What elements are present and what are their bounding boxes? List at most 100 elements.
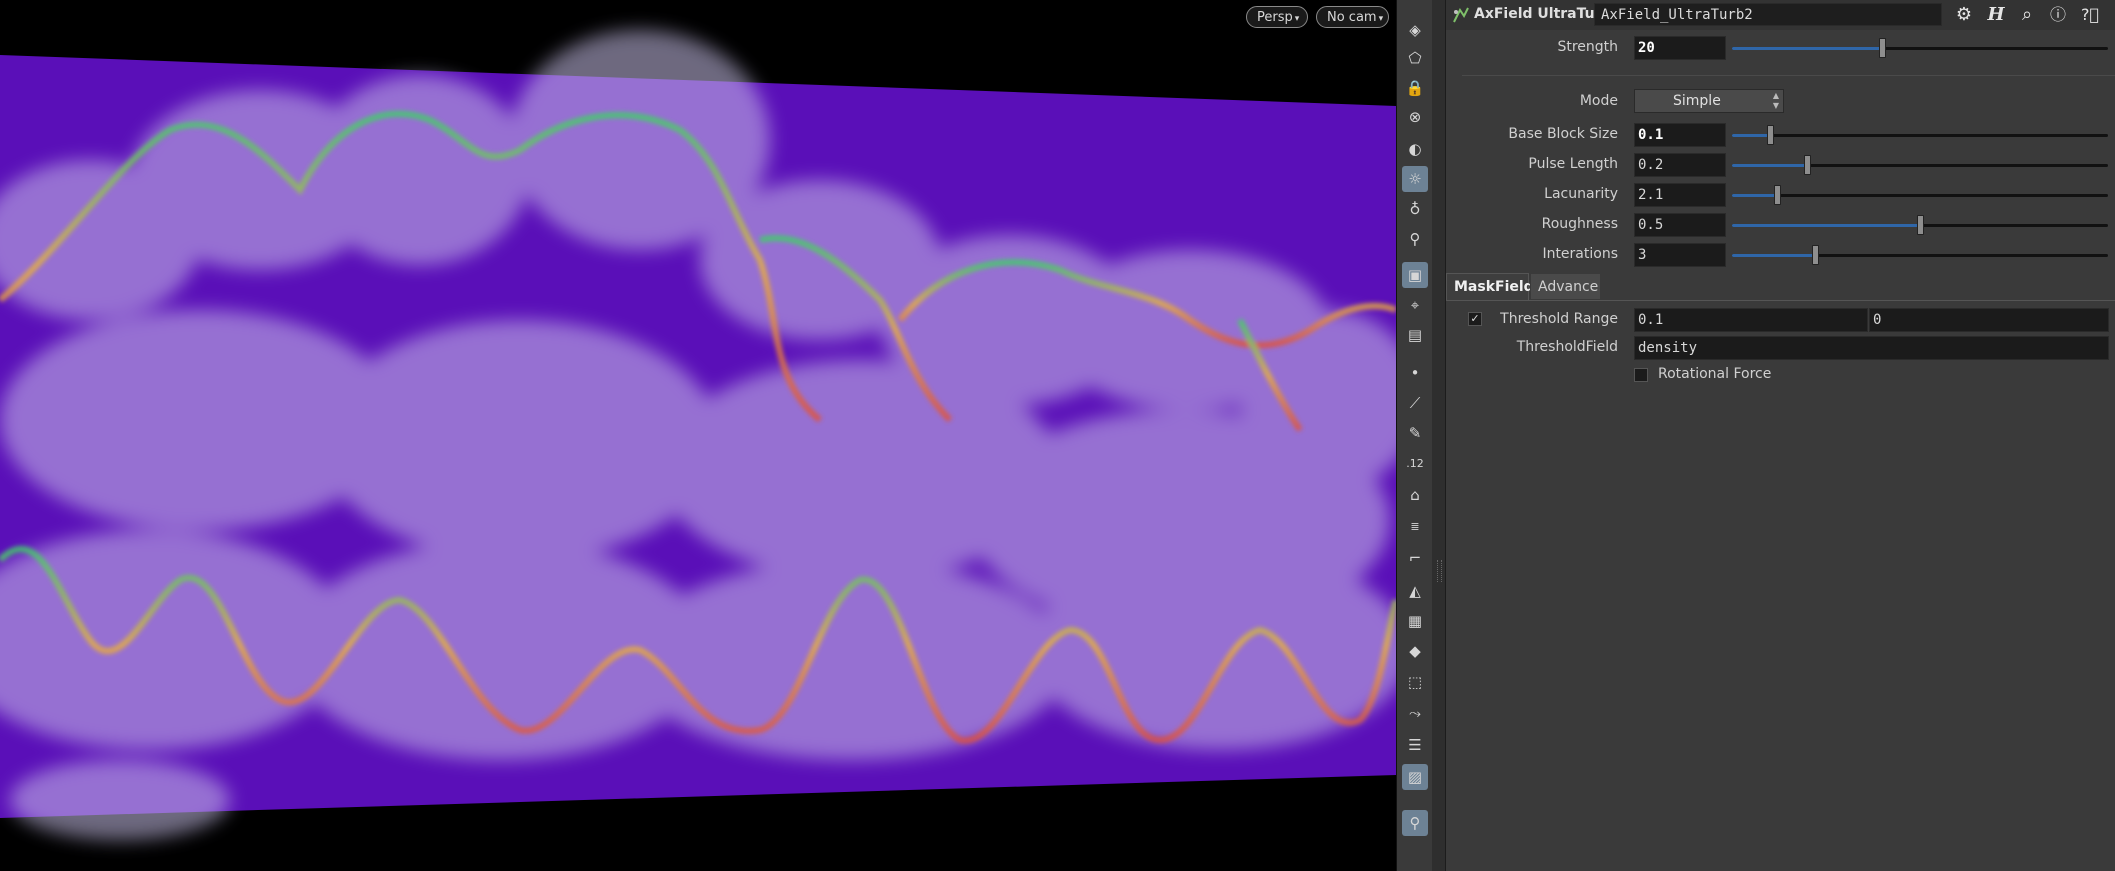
splitter-grip[interactable] <box>1437 560 1442 582</box>
persp-menu-button[interactable]: Persp ▾ <box>1246 6 1308 28</box>
info-icon[interactable]: ⓘ <box>2046 3 2070 27</box>
number-icon[interactable]: .12 <box>1402 450 1428 476</box>
camera-icon[interactable]: ▣ <box>1402 262 1428 288</box>
camera-menu-button[interactable]: No cam ▾ <box>1316 6 1389 28</box>
pulse-length-slider[interactable] <box>1732 153 2108 177</box>
help-icon[interactable]: ?⃝ <box>2078 3 2102 27</box>
folder-tabs: MaskField Advance <box>1446 273 2115 301</box>
threshold-field-row: ThresholdField <box>1446 336 1618 360</box>
node-type-icon <box>1453 7 1469 23</box>
pulse-length-label: Pulse Length <box>1528 156 1618 172</box>
slider-handle[interactable] <box>1917 215 1924 235</box>
slider-track <box>1732 194 2108 197</box>
pen-icon[interactable]: ✎ <box>1402 420 1428 446</box>
node-header: AxField UltraTurb AxField_UltraTurb2 ⚙ H… <box>1446 0 2115 30</box>
image-icon[interactable]: ▨ <box>1402 764 1428 790</box>
help-h-icon[interactable]: H <box>1984 3 2008 27</box>
gear-icon[interactable]: ⚙ <box>1952 3 1976 27</box>
slider-fill <box>1732 254 1815 257</box>
display-icon[interactable]: ▤ <box>1402 322 1428 348</box>
roughness-field[interactable]: 0.5 <box>1634 213 1726 237</box>
interations-label: Interations <box>1542 246 1618 262</box>
threshold-field-label: ThresholdField <box>1516 339 1618 355</box>
texture-icon[interactable]: ▦ <box>1402 608 1428 634</box>
slider-handle[interactable] <box>1812 245 1819 265</box>
slider-handle[interactable] <box>1774 185 1781 205</box>
lacunarity-field[interactable]: 2.1 <box>1634 183 1726 207</box>
pulse-length-field[interactable]: 0.2 <box>1634 153 1726 177</box>
rotational-force-label: Rotational Force <box>1658 366 1772 382</box>
interations-field[interactable]: 3 <box>1634 243 1726 267</box>
brush-icon[interactable]: ⟋ <box>1402 390 1428 416</box>
headlight-icon[interactable]: ⚲ <box>1402 226 1428 252</box>
threshold-range-row: Threshold Range <box>1446 308 1618 332</box>
threshold-range-label: Threshold Range <box>1500 311 1618 327</box>
slider-fill <box>1732 194 1777 197</box>
roughness-slider[interactable] <box>1732 213 2108 237</box>
strength-field[interactable]: 20 <box>1634 36 1726 60</box>
stack-icon[interactable]: ≣ <box>1402 513 1428 539</box>
node-type-label: AxField UltraTurb <box>1474 6 1612 22</box>
location-icon[interactable]: ⚲ <box>1402 810 1428 836</box>
tab-maskfield[interactable]: MaskField <box>1446 273 1534 300</box>
fan-icon[interactable]: ◭ <box>1402 578 1428 604</box>
camera-label: No cam <box>1327 10 1377 25</box>
threshold-range-min-field[interactable]: 0.1 <box>1634 308 1868 332</box>
light-icon[interactable]: ☼ <box>1402 166 1428 192</box>
shading-icon[interactable]: ◐ <box>1402 136 1428 162</box>
base-block-size-label: Base Block Size <box>1508 126 1618 142</box>
view-icon[interactable]: ◈ <box>1402 17 1428 43</box>
strength-label: Strength <box>1557 39 1618 55</box>
strength-row: Strength <box>1446 36 1618 60</box>
interations-slider[interactable] <box>1732 243 2108 267</box>
lacunarity-row: Lacunarity <box>1446 183 1618 207</box>
mode-value: Simple <box>1673 93 1721 109</box>
updown-arrow-icon: ▲ ▼ <box>1772 91 1779 110</box>
chevron-down-icon: ▾ <box>1294 14 1300 24</box>
parameter-panel: AxField UltraTurb AxField_UltraTurb2 ⚙ H… <box>1446 0 2115 871</box>
bulb-icon[interactable]: ♁ <box>1402 196 1428 222</box>
slider-fill <box>1732 224 1920 227</box>
mesh-icon[interactable]: ⬚ <box>1402 669 1428 695</box>
slider-fill <box>1732 164 1807 167</box>
mode-dropdown[interactable]: Simple ▲ ▼ <box>1634 89 1784 113</box>
lacunarity-label: Lacunarity <box>1544 186 1618 202</box>
slider-handle[interactable] <box>1879 38 1886 58</box>
roughness-row: Roughness <box>1446 213 1618 237</box>
snap-icon[interactable]: ⌖ <box>1402 292 1428 318</box>
lock-icon[interactable]: 🔒 <box>1402 75 1428 101</box>
rotational-force-checkbox[interactable] <box>1634 368 1648 382</box>
slider-handle[interactable] <box>1767 125 1774 145</box>
point-icon[interactable]: • <box>1402 360 1428 386</box>
base-block-size-row: Base Block Size <box>1446 123 1618 147</box>
base-block-size-slider[interactable] <box>1732 123 2108 147</box>
strength-slider[interactable] <box>1732 36 2108 60</box>
persp-label: Persp <box>1257 10 1293 25</box>
interations-row: Interations <box>1446 243 1618 267</box>
lacunarity-slider[interactable] <box>1732 183 2108 207</box>
ghost-icon[interactable]: ⊗ <box>1402 104 1428 130</box>
slider-fill <box>1732 47 1882 50</box>
diamond-icon[interactable]: ◆ <box>1402 638 1428 664</box>
pane-splitter[interactable] <box>1432 0 1446 871</box>
slider-fill <box>1732 134 1770 137</box>
search-icon[interactable]: ⌕ <box>2015 3 2039 27</box>
list-icon[interactable]: ☰ <box>1402 732 1428 758</box>
pulse-length-row: Pulse Length <box>1446 153 1618 177</box>
select-icon[interactable]: ⬠ <box>1402 45 1428 71</box>
scatter-icon[interactable]: ⤳ <box>1402 700 1428 726</box>
curve-icon[interactable]: ⌐ <box>1402 545 1428 571</box>
slider-track <box>1732 134 2108 137</box>
chevron-down-icon: ▾ <box>1378 14 1384 24</box>
threshold-range-max-field[interactable]: 0 <box>1869 308 2109 332</box>
slider-handle[interactable] <box>1804 155 1811 175</box>
threshold-field-input[interactable]: density <box>1634 336 2109 360</box>
base-block-size-field[interactable]: 0.1 <box>1634 123 1726 147</box>
node-name-field[interactable]: AxField_UltraTurb2 <box>1594 3 1942 26</box>
mode-row: Mode <box>1446 90 1618 114</box>
paint-icon[interactable]: ⌂ <box>1402 482 1428 508</box>
mode-label: Mode <box>1579 93 1618 109</box>
tab-advance[interactable]: Advance <box>1530 273 1601 300</box>
smoke-render <box>0 30 1396 840</box>
3d-viewport[interactable]: Persp ▾ No cam ▾ <box>0 0 1396 871</box>
